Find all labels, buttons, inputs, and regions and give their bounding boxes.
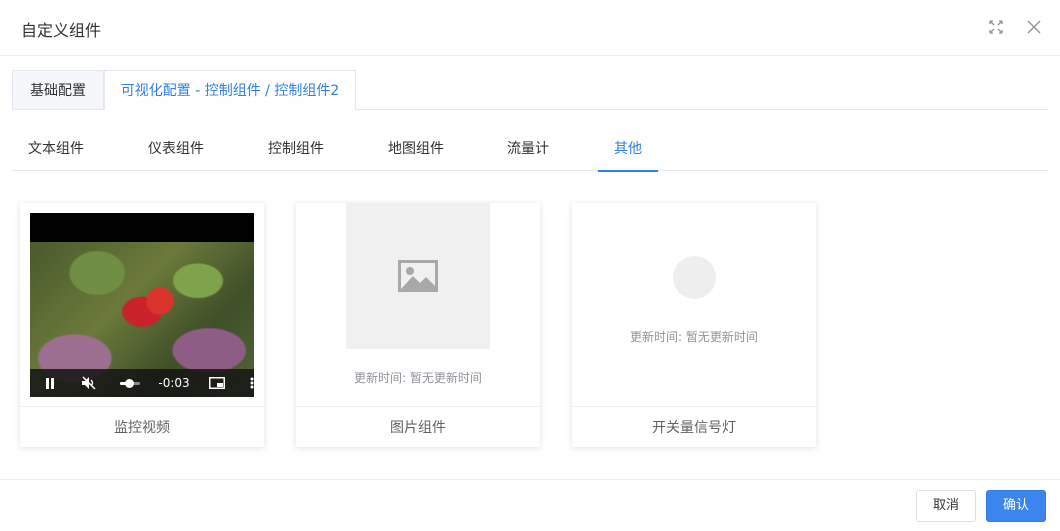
video-time: -0:03 [158, 376, 190, 390]
video-progress-bar[interactable] [120, 379, 140, 388]
card-label: 监控视频 [20, 406, 264, 447]
image-placeholder [346, 203, 490, 349]
tab-other[interactable]: 其他 [598, 128, 658, 172]
tab-gauge-components[interactable]: 仪表组件 [132, 128, 220, 171]
tab-visual-config[interactable]: 可视化配置 - 控制组件 / 控制组件2 [104, 70, 356, 110]
update-time-label: 更新时间: [630, 330, 683, 344]
main-tabs: 基础配置 可视化配置 - 控制组件 / 控制组件2 [12, 70, 1048, 110]
dialog-footer [0, 479, 1060, 531]
more-options-icon[interactable] [248, 369, 254, 397]
confirm-button[interactable]: 确认 [986, 490, 1046, 522]
update-time-value: 暂无更新时间 [409, 371, 482, 385]
fullscreen-icon[interactable] [987, 18, 1005, 36]
update-time: 更新时间: 暂无更新时间 [296, 369, 540, 386]
dialog-title: 自定义组件 [21, 21, 102, 40]
pause-icon[interactable] [40, 369, 60, 397]
update-time-label: 更新时间: [354, 371, 407, 385]
tab-text-components[interactable]: 文本组件 [12, 128, 100, 171]
close-icon[interactable] [1025, 18, 1043, 36]
card-label: 图片组件 [296, 406, 540, 447]
component-category-tabs: 文本组件 仪表组件 控制组件 地图组件 流量计 其他 [12, 128, 1048, 172]
video-controls: -0:03 [30, 369, 254, 397]
image-icon [398, 260, 438, 292]
card-switch-signal-lamp[interactable]: 更新时间: 暂无更新时间 开关量信号灯 [572, 203, 816, 447]
card-label: 开关量信号灯 [572, 406, 816, 447]
card-image-component[interactable]: 更新时间: 暂无更新时间 图片组件 [296, 203, 540, 447]
card-surveillance-video[interactable]: -0:03 监控视频 [20, 203, 264, 447]
video-progress-knob[interactable] [125, 379, 134, 388]
update-time-value: 暂无更新时间 [685, 330, 758, 344]
cancel-button[interactable]: 取消 [916, 490, 976, 522]
volume-muted-icon[interactable] [78, 369, 100, 397]
tab-control-components[interactable]: 控制组件 [252, 128, 340, 171]
tab-map-components[interactable]: 地图组件 [372, 128, 460, 171]
signal-lamp-icon [673, 256, 716, 299]
video-player[interactable]: -0:03 [30, 213, 254, 397]
update-time: 更新时间: 暂无更新时间 [572, 328, 816, 345]
tab-flowmeter[interactable]: 流量计 [492, 128, 564, 171]
picture-in-picture-icon[interactable] [206, 369, 228, 397]
tab-basic-config[interactable]: 基础配置 [12, 70, 104, 110]
dialog-header: 自定义组件 [0, 0, 1060, 56]
